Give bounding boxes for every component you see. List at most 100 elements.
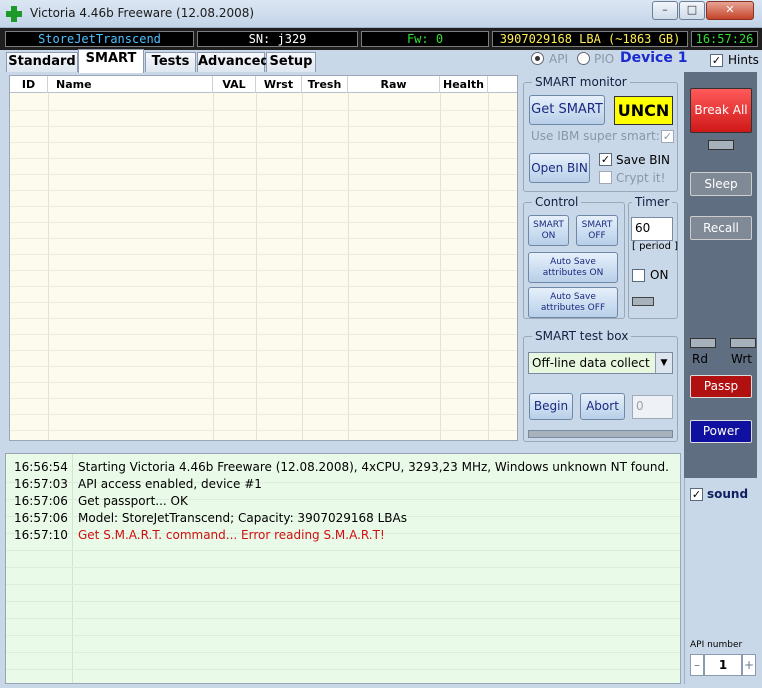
recall-button[interactable]: Recall <box>690 216 752 240</box>
log-message: API access enabled, device #1 <box>78 477 262 491</box>
table-row-rule <box>10 142 517 143</box>
break-led <box>708 140 734 150</box>
get-smart-button[interactable]: Get SMART <box>529 95 605 125</box>
log-panel[interactable]: 16:56:54 Starting Victoria 4.46b Freeware… <box>5 453 681 684</box>
table-row-rule <box>10 350 517 351</box>
hints-checkbox[interactable]: ✓ <box>710 54 723 67</box>
capacity-readout: 3907029168 LBA (~1863 GB) <box>492 31 688 47</box>
chevron-down-icon[interactable]: ▼ <box>655 353 672 373</box>
minimize-button[interactable]: – <box>652 1 678 20</box>
smart-off-line2: OFF <box>588 231 606 241</box>
log-row-rule <box>6 567 680 568</box>
log-entry: 16:56:54 Starting Victoria 4.46b Freeware… <box>14 459 669 476</box>
rd-led <box>690 338 716 348</box>
api-radio[interactable] <box>531 52 544 65</box>
timer-period-label: [ period ] <box>632 241 679 252</box>
tab-standard[interactable]: Standard <box>6 52 78 72</box>
log-row-rule <box>6 584 680 585</box>
table-row-rule <box>10 366 517 367</box>
log-message: Starting Victoria 4.46b Freeware (12.08.… <box>78 460 669 474</box>
table-row-rule <box>10 430 517 431</box>
crypt-checkbox[interactable] <box>599 171 612 184</box>
tab-tests[interactable]: Tests <box>145 52 196 72</box>
table-row-rule <box>10 158 517 159</box>
table-row-rule <box>10 414 517 415</box>
side-panel: Break All Sleep Recall Rd Wrt Passp Powe… <box>684 72 757 478</box>
timer-on-checkbox[interactable] <box>632 269 645 282</box>
device-label: Device 1 <box>620 50 688 66</box>
log-time: 16:57:10 <box>14 528 68 542</box>
api-number-field[interactable]: 1 <box>704 654 742 676</box>
maximize-button[interactable]: □ <box>679 1 705 20</box>
tab-setup[interactable]: Setup <box>266 52 316 72</box>
ibm-smart-label: Use IBM super smart: <box>531 129 660 143</box>
device-name: StoreJetTranscend <box>5 31 194 47</box>
autosave-on-button[interactable]: Auto Save attributes ON <box>528 252 618 283</box>
log-row-rule <box>6 635 680 636</box>
autosave-off-button[interactable]: Auto Save attributes OFF <box>528 287 618 318</box>
status-strip: StoreJetTranscend SN: j329 Fw: 0 3907029… <box>0 28 762 50</box>
save-bin-checkbox[interactable]: ✓ <box>599 153 612 166</box>
test-type-value: Off-line data collect <box>532 356 650 370</box>
col-raw: Raw <box>348 76 440 93</box>
api-number-label: API number <box>690 640 743 650</box>
timer-input[interactable]: 60 <box>631 217 673 241</box>
close-button[interactable]: ✕ <box>706 1 754 20</box>
api-number-decrement[interactable]: – <box>690 654 704 676</box>
smart-attributes-table[interactable]: ID Name VAL Wrst Tresh Raw Health <box>9 75 518 441</box>
timer-title: Timer <box>632 195 673 209</box>
col-val: VAL <box>213 76 256 93</box>
wrt-led <box>730 338 756 348</box>
table-row-rule <box>10 110 517 111</box>
sound-label: sound <box>707 487 749 501</box>
table-row-rule <box>10 286 517 287</box>
clock: 16:57:26 <box>691 31 758 47</box>
test-counter-field: 0 <box>632 395 673 419</box>
tab-smart[interactable]: SMART <box>78 49 144 73</box>
passp-button[interactable]: Passp <box>690 375 752 398</box>
abort-button[interactable]: Abort <box>580 393 625 420</box>
smart-on-button[interactable]: SMART ON <box>528 215 569 246</box>
pio-label: PIO <box>594 52 615 66</box>
timer-on-label: ON <box>650 268 669 282</box>
table-row-rule <box>10 398 517 399</box>
sound-checkbox[interactable]: ✓ <box>690 488 703 501</box>
smart-off-button[interactable]: SMART OFF <box>576 215 618 246</box>
radio-dot-icon <box>535 56 540 61</box>
window-title: Victoria 4.46b Freeware (12.08.2008) <box>30 6 255 20</box>
power-button[interactable]: Power <box>690 420 752 443</box>
tab-advanced[interactable]: Advanced <box>197 52 270 72</box>
log-entry: 16:57:10 Get S.M.A.R.T. command... Error … <box>14 527 385 544</box>
open-bin-button[interactable]: Open BIN <box>529 153 590 183</box>
serial-number: SN: j329 <box>197 31 358 47</box>
api-label: API <box>549 52 568 66</box>
begin-button[interactable]: Begin <box>529 393 573 420</box>
test-type-select[interactable]: Off-line data collect ▼ <box>528 352 673 374</box>
hints-label: Hints <box>728 53 759 67</box>
autosave-off-line2: attributes OFF <box>540 303 606 313</box>
api-number-increment[interactable]: + <box>742 654 756 676</box>
table-row-rule <box>10 222 517 223</box>
log-row-rule <box>6 652 680 653</box>
log-row-rule <box>6 550 680 551</box>
table-row-rule <box>10 206 517 207</box>
ibm-smart-checkbox[interactable]: ✓ <box>661 130 674 143</box>
table-row-rule <box>10 382 517 383</box>
table-row-rule <box>10 302 517 303</box>
pio-radio[interactable] <box>577 52 590 65</box>
test-progress-bar <box>528 430 673 438</box>
autosave-off-line1: Auto Save <box>550 292 596 302</box>
break-all-button[interactable]: Break All <box>690 88 752 133</box>
log-message: Get passport... OK <box>78 494 188 508</box>
title-bar: Victoria 4.46b Freeware (12.08.2008) – □… <box>0 0 762 28</box>
table-row-rule <box>10 190 517 191</box>
col-id: ID <box>10 76 48 93</box>
log-row-rule <box>6 669 680 670</box>
table-row-rule <box>10 126 517 127</box>
autosave-on-line1: Auto Save <box>550 257 596 267</box>
sleep-button[interactable]: Sleep <box>690 172 752 196</box>
control-title: Control <box>532 195 582 209</box>
timer-indicator <box>632 297 654 306</box>
smart-status-badge: UNCN <box>614 96 673 125</box>
col-name: Name <box>48 76 213 93</box>
